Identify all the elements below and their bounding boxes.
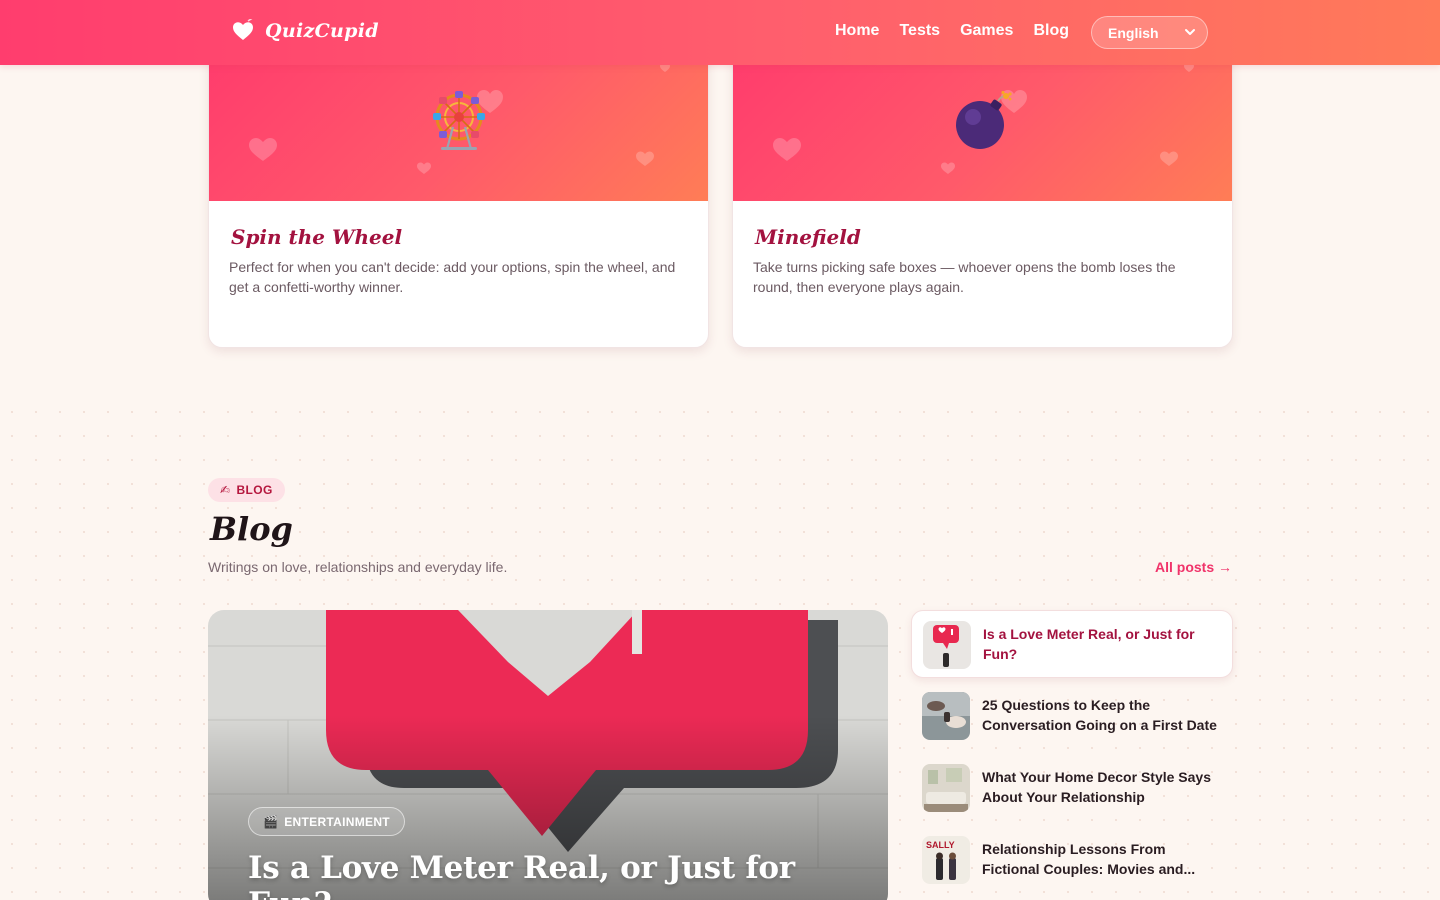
post-title: Relationship Lessons From Fictional Coup… <box>982 841 1196 877</box>
all-posts-link[interactable]: All posts → <box>1155 559 1232 575</box>
writing-hand-icon: ✍ <box>220 483 231 497</box>
game-description: Take turns picking safe boxes — whoever … <box>753 259 1176 295</box>
post-list-item[interactable]: 25 Questions to Keep the Conversation Go… <box>911 682 1233 750</box>
site-header: QuizCupid Home Tests Games Blog English <box>0 0 1440 65</box>
bomb-icon <box>955 91 1012 149</box>
post-thumbnail: SALLY <box>922 836 970 884</box>
post-title: 25 Questions to Keep the Conversation Go… <box>982 697 1217 733</box>
game-card-banner <box>209 41 708 201</box>
post-thumbnail <box>922 692 970 740</box>
nav-home[interactable]: Home <box>835 22 879 40</box>
brand-name: QuizCupid <box>265 20 379 42</box>
game-description: Perfect for when you can't decide: add y… <box>229 259 676 295</box>
game-card-spin-the-wheel[interactable]: Spin the Wheel Perfect for when you can'… <box>208 40 709 348</box>
featured-post-card[interactable]: 🎬 ENTERTAINMENT Is a Love Meter Real, or… <box>208 610 888 900</box>
game-card-minefield[interactable]: Minefield Take turns picking safe boxes … <box>732 40 1233 348</box>
game-card-banner <box>733 41 1232 201</box>
clapperboard-icon: 🎬 <box>263 814 279 829</box>
logo[interactable]: QuizCupid <box>231 19 379 43</box>
post-list-item[interactable]: What Your Home Decor Style Says About Yo… <box>911 754 1233 822</box>
ferris-wheel-icon <box>432 91 485 150</box>
post-title: What Your Home Decor Style Says About Yo… <box>982 769 1211 805</box>
thumbnail-text: SALLY <box>926 840 955 850</box>
nav-blog[interactable]: Blog <box>1033 22 1069 40</box>
language-value: English <box>1108 24 1159 41</box>
game-title: Minefield <box>755 225 861 249</box>
main-nav: Home Tests Games Blog <box>835 22 1069 40</box>
nav-tests[interactable]: Tests <box>899 22 940 40</box>
category-label: ENTERTAINMENT <box>284 814 390 829</box>
nav-games[interactable]: Games <box>960 22 1013 40</box>
post-title: Is a Love Meter Real, or Just for Fun? <box>983 626 1195 662</box>
game-title: Spin the Wheel <box>231 225 403 249</box>
post-list-item[interactable]: Is a Love Meter Real, or Just for Fun? <box>911 610 1233 678</box>
category-pill[interactable]: 🎬 ENTERTAINMENT <box>248 807 405 836</box>
language-select[interactable]: English <box>1091 16 1208 49</box>
section-subtitle: Writings on love, relationships and ever… <box>208 559 508 575</box>
featured-post-title[interactable]: Is a Love Meter Real, or Just for Fun? <box>248 850 888 900</box>
chevron-down-icon <box>1185 29 1195 35</box>
post-list-item[interactable]: SALLY Relationship Lessons From Fictiona… <box>911 826 1233 894</box>
post-thumbnail <box>923 621 971 669</box>
section-badge-label: BLOG <box>236 483 273 497</box>
section-badge: ✍ BLOG <box>208 478 285 502</box>
section-title: Blog <box>210 510 293 548</box>
post-thumbnail <box>922 764 970 812</box>
heart-logo-icon <box>233 19 253 40</box>
